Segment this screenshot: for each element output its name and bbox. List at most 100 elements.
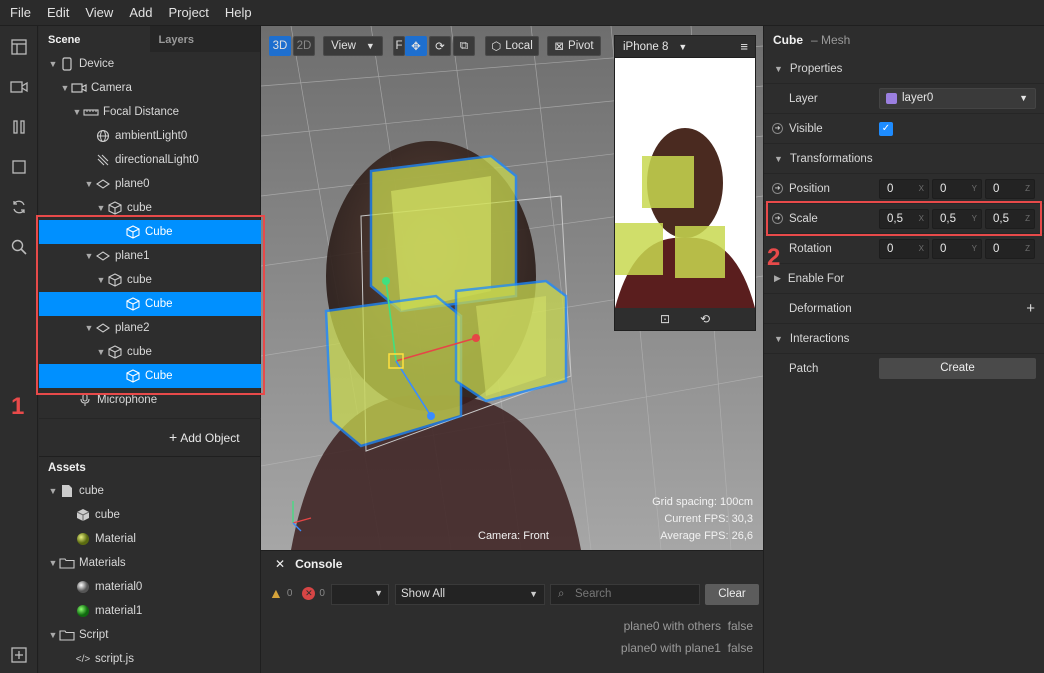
close-icon[interactable]: ✕ xyxy=(275,557,285,571)
console-title: Console xyxy=(295,557,343,571)
pivot-icon: ⊠ xyxy=(554,41,565,53)
asset-item-material0[interactable]: material0 xyxy=(39,575,261,599)
menu-view[interactable]: View xyxy=(77,5,121,20)
rotate-icon: ⟳ xyxy=(435,41,445,53)
annotation-box-1 xyxy=(36,215,265,395)
asset-item-material[interactable]: Material xyxy=(39,527,261,551)
cube-icon xyxy=(107,201,123,215)
section-deformation[interactable]: Deformation + xyxy=(764,294,1044,324)
visible-label: Visible xyxy=(789,122,823,135)
section-interactions[interactable]: ▼ Interactions xyxy=(764,324,1044,354)
expand-arrow-icon[interactable]: ▼ xyxy=(95,203,107,213)
asset-item-script-js[interactable]: </> script.js xyxy=(39,647,261,671)
view-dropdown[interactable]: View ▼ xyxy=(323,36,383,56)
tree-item-focal-distance[interactable]: ▼ Focal Distance xyxy=(39,100,261,124)
link-arrow-icon[interactable]: ➜ xyxy=(772,183,783,194)
expand-arrow-icon[interactable]: ▼ xyxy=(59,83,71,93)
menu-edit[interactable]: Edit xyxy=(39,5,77,20)
menu-file[interactable]: File xyxy=(0,5,39,20)
asset-item-cube-folder[interactable]: ▼ cube xyxy=(39,479,261,503)
layout-icon[interactable] xyxy=(10,38,28,56)
device-selector[interactable]: iPhone 8 ▼ ≡ xyxy=(615,36,755,58)
error-icon[interactable]: ✕ xyxy=(302,586,316,600)
tree-item-camera[interactable]: ▼ Camera xyxy=(39,76,261,100)
expand-arrow-icon[interactable]: ▼ xyxy=(47,59,59,69)
axis-label: Y xyxy=(971,184,977,193)
link-arrow-icon[interactable]: ➜ xyxy=(772,123,783,134)
position-z-input[interactable]: 0Z xyxy=(985,179,1035,199)
axis-label: Y xyxy=(971,244,977,253)
object-name: Cube xyxy=(773,33,803,47)
visible-checkbox[interactable]: ✓ xyxy=(879,122,893,136)
focus-button[interactable]: F xyxy=(393,36,405,56)
asset-item-materials-folder[interactable]: ▼ Materials xyxy=(39,551,261,575)
camera-switch-icon[interactable]: ⊡ xyxy=(660,312,670,326)
tree-item-ambient-light[interactable]: ambientLight0 xyxy=(39,124,261,148)
console-panel: ✕ Console ▲ 0 ✕ 0 ▼ Show All ▼ ⌕ Search … xyxy=(261,550,763,673)
tab-scene[interactable]: Scene xyxy=(39,26,150,52)
mode-2d-button[interactable]: 2D xyxy=(293,36,315,56)
stop-icon[interactable] xyxy=(10,158,28,176)
position-x-input[interactable]: 0X xyxy=(879,179,929,199)
rotation-y-input[interactable]: 0Y xyxy=(932,239,982,259)
tree-item-directional-light[interactable]: directionalLight0 xyxy=(39,148,261,172)
section-properties[interactable]: ▼ Properties xyxy=(764,54,1044,84)
add-icon[interactable]: + xyxy=(1026,300,1035,317)
section-enable-for[interactable]: ▶ Enable For xyxy=(764,264,1044,294)
menu-icon[interactable]: ≡ xyxy=(740,39,748,54)
pivot-button[interactable]: ⊠ Pivot xyxy=(547,36,601,56)
asset-item-cube-mesh[interactable]: cube xyxy=(39,503,261,527)
console-line: plane0 with plane1 false xyxy=(621,637,753,659)
expand-arrow-icon[interactable]: ▼ xyxy=(47,486,59,496)
add-panel-icon[interactable] xyxy=(10,646,28,664)
tree-item-device[interactable]: ▼ Device xyxy=(39,52,261,76)
asset-label: material0 xyxy=(95,581,143,593)
local-button[interactable]: ⬡ Local xyxy=(485,36,539,56)
tool-strip xyxy=(0,26,38,673)
layer-value: layer0 xyxy=(902,92,934,104)
level-dropdown[interactable]: ▼ xyxy=(331,584,389,605)
rotate-device-icon[interactable]: ⟲ xyxy=(700,312,710,326)
tree-item-plane0[interactable]: ▼ plane0 xyxy=(39,172,261,196)
add-object-button[interactable]: + Add Object xyxy=(169,429,240,445)
expand-arrow-icon[interactable]: ▼ xyxy=(47,630,59,640)
video-icon[interactable] xyxy=(10,78,28,96)
layer-dropdown[interactable]: layer0 ▼ xyxy=(879,88,1036,109)
chevron-down-icon: ▼ xyxy=(529,589,538,599)
expand-arrow-icon[interactable]: ▼ xyxy=(83,179,95,189)
value: 0 xyxy=(887,243,894,255)
search-icon[interactable] xyxy=(10,238,28,256)
create-patch-button[interactable]: Create xyxy=(879,358,1036,379)
asset-item-script-folder[interactable]: ▼ Script xyxy=(39,623,261,647)
move-tool-button[interactable]: ✥ xyxy=(405,36,427,56)
rotate-tool-button[interactable]: ⟳ xyxy=(429,36,451,56)
tree-label: Microphone xyxy=(97,394,158,406)
section-transformations[interactable]: ▼ Transformations xyxy=(764,144,1044,174)
menu-add[interactable]: Add xyxy=(121,5,160,20)
sync-icon[interactable] xyxy=(10,198,28,216)
mode-3d-button[interactable]: 3D xyxy=(269,36,291,56)
rotation-x-input[interactable]: 0X xyxy=(879,239,929,259)
warning-icon[interactable]: ▲ xyxy=(269,585,283,601)
scale-icon: ⧉ xyxy=(459,39,469,52)
console-search-input[interactable]: ⌕ Search xyxy=(550,584,700,605)
menu-project[interactable]: Project xyxy=(160,5,216,20)
filter-dropdown[interactable]: Show All ▼ xyxy=(395,584,545,605)
expand-arrow-icon[interactable]: ▼ xyxy=(71,107,83,117)
asset-item-material1[interactable]: material1 xyxy=(39,599,261,623)
rotation-z-input[interactable]: 0Z xyxy=(985,239,1035,259)
properties-panel: Cube – Mesh ▼ Properties Layer layer0 ▼ … xyxy=(763,26,1044,673)
menu-bar: File Edit View Add Project Help xyxy=(0,0,1044,26)
tab-layers[interactable]: Layers xyxy=(150,26,261,52)
console-line-text: plane0 with others xyxy=(623,619,721,633)
position-y-input[interactable]: 0Y xyxy=(932,179,982,199)
pause-icon[interactable] xyxy=(10,118,28,136)
expand-arrow-icon[interactable]: ▼ xyxy=(47,558,59,568)
clear-button[interactable]: Clear xyxy=(705,584,759,605)
menu-help[interactable]: Help xyxy=(217,5,260,20)
scale-tool-button[interactable]: ⧉ xyxy=(453,36,475,56)
value: 0 xyxy=(887,183,894,195)
scene-tabs: Scene Layers xyxy=(39,26,260,52)
annotation-box-2 xyxy=(766,201,1042,236)
viewport[interactable]: 3D 2D View ▼ F ✥ ⟳ ⧉ ⬡ Local ⊠ Pivot iPhone… xyxy=(261,26,763,550)
